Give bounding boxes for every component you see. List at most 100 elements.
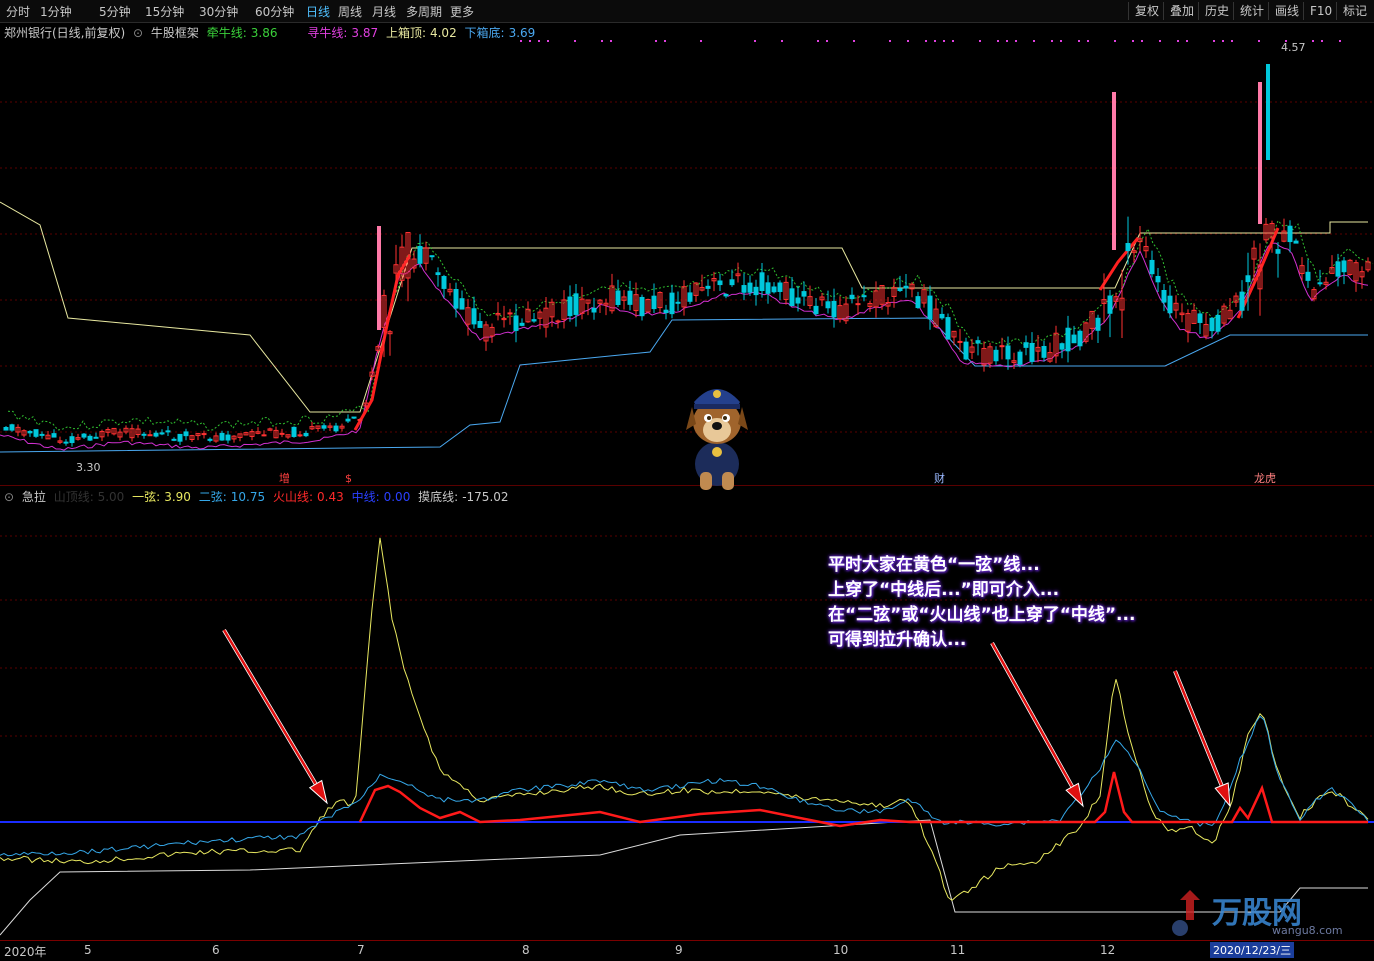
candle-body — [471, 308, 477, 325]
candle-body — [177, 433, 183, 442]
signal-dot — [781, 40, 783, 42]
candle-body — [1059, 343, 1065, 350]
candle-body — [417, 245, 423, 264]
signal-dot — [1033, 40, 1035, 42]
annotation-line-2: 上穿了“中线后...”即可介入... — [828, 580, 1060, 600]
date-label-dec: 12 — [1100, 943, 1116, 957]
candle-body — [939, 313, 945, 319]
arrow-head — [1214, 782, 1231, 808]
candle-body — [789, 288, 795, 307]
candle-body — [39, 433, 45, 436]
candle-body — [1023, 342, 1029, 348]
candle-body — [63, 441, 69, 444]
signal-dot — [934, 40, 936, 42]
candle-body — [849, 294, 855, 300]
annotation-line-4: 可得到拉升确认... — [828, 630, 967, 650]
low-price-label: 3.30 — [76, 461, 101, 474]
candle-body — [219, 432, 225, 441]
candle-body — [927, 295, 933, 320]
candle-body — [1161, 290, 1167, 303]
signal-dot — [547, 40, 549, 42]
candle-body — [639, 296, 645, 317]
annotation-text: 平时大家在黄色“一弦”线... 上穿了“中线后...”即可介入... 在“二弦”… — [828, 553, 1135, 653]
signal-dot — [1213, 40, 1215, 42]
candle-body — [1215, 314, 1221, 332]
candle-body — [513, 315, 519, 331]
candle-body — [795, 297, 801, 304]
signal-dot — [601, 40, 603, 42]
candle-body — [723, 293, 729, 297]
candle-body — [261, 434, 267, 437]
date-label-nov: 11 — [950, 943, 966, 957]
candle-body — [831, 300, 837, 318]
candle-body — [591, 307, 597, 313]
highlight-candle — [1258, 82, 1262, 224]
date-label-jul: 7 — [357, 943, 365, 957]
candle-body — [435, 272, 441, 276]
signal-dot — [664, 40, 666, 42]
signal-dot — [1339, 40, 1341, 42]
candle-body — [297, 434, 303, 437]
candle-body — [615, 290, 621, 305]
signal-dot — [997, 40, 999, 42]
signal-dot — [700, 40, 702, 42]
signal-dot — [979, 40, 981, 42]
candle-body — [303, 432, 309, 437]
candle-body — [1275, 249, 1281, 254]
candle-body — [1077, 330, 1083, 347]
candle-body — [945, 317, 951, 340]
candle-body — [1095, 317, 1101, 331]
date-label-sep: 9 — [675, 943, 683, 957]
signal-dot — [925, 40, 927, 42]
watermark-logo: 万股网 wangu8.com — [1160, 880, 1370, 940]
mascot-dog-icon — [686, 389, 748, 490]
candle-body — [3, 426, 9, 431]
watermark-figure-icon — [1172, 890, 1200, 936]
candle-body — [861, 295, 867, 298]
candle-body — [1005, 345, 1011, 360]
candle-body — [567, 296, 573, 317]
arrow-head — [308, 779, 328, 805]
candle-body — [975, 340, 981, 344]
date-label-jun: 6 — [212, 943, 220, 957]
candle-body — [165, 430, 171, 433]
yixian-line — [0, 537, 1369, 902]
candle-body — [759, 272, 765, 292]
candle-body — [153, 432, 159, 437]
annotation-line-1: 平时大家在黄色“一弦”线... — [828, 555, 1040, 575]
candle-body — [1155, 275, 1161, 283]
candle-body — [429, 255, 435, 258]
event-mark-longhu: 龙虎 — [1254, 472, 1276, 485]
candle-body — [651, 295, 657, 310]
candle-body — [9, 424, 15, 431]
arrow-shaft — [1173, 670, 1223, 787]
candle-body — [507, 312, 513, 315]
arrow-shaft — [222, 629, 317, 785]
candle-body — [627, 290, 633, 305]
candle-body — [345, 418, 351, 422]
qianniu-bold-segment — [1098, 237, 1140, 291]
signal-dot — [538, 40, 540, 42]
candle-body — [333, 425, 339, 432]
candle-body — [1317, 282, 1323, 285]
annotation-line-3: 在“二弦”或“火山线”也上穿了“中线”... — [828, 605, 1136, 625]
candle-body — [855, 303, 861, 306]
signal-dot — [889, 40, 891, 42]
candle-body — [741, 285, 747, 293]
signal-dot — [1222, 40, 1224, 42]
candle-body — [87, 435, 93, 441]
candle-body — [993, 349, 999, 362]
candle-body — [1239, 291, 1245, 311]
candle-body — [93, 436, 99, 439]
date-label-oct: 10 — [833, 943, 849, 957]
candle-body — [957, 340, 963, 343]
candle-body — [1287, 225, 1293, 243]
signal-dot — [1321, 40, 1323, 42]
signal-dot — [1186, 40, 1188, 42]
candle-body — [999, 345, 1005, 348]
signal-dot — [826, 40, 828, 42]
candle-body — [183, 431, 189, 437]
candle-body — [825, 301, 831, 309]
candle-body — [777, 282, 783, 292]
candle-body — [1209, 317, 1215, 332]
